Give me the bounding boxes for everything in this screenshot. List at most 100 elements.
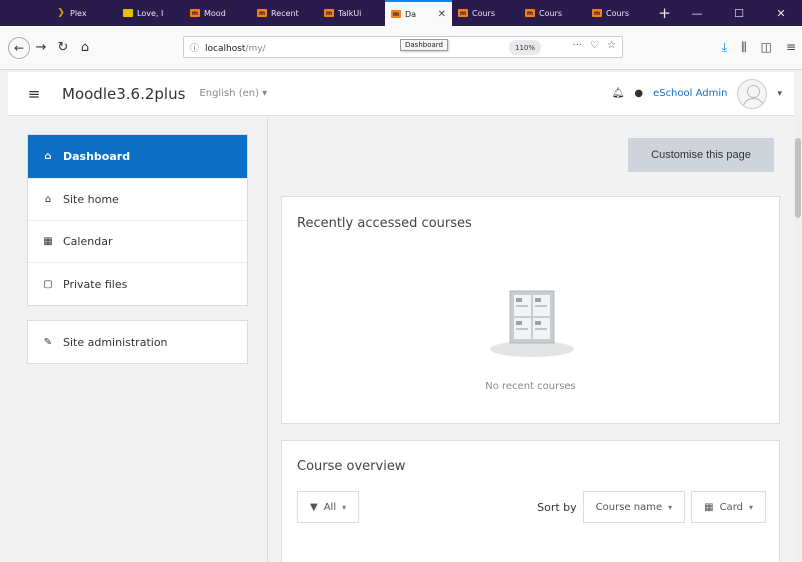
language-menu[interactable]: English (en) ▾ [199,88,267,99]
tab-talkui[interactable]: m TalkUi [318,0,385,26]
filter-dropdown[interactable]: ▼ All ▾ [297,491,360,523]
moodle-icon: m [324,9,334,17]
block-title: Course overview [297,459,406,474]
browser-tab-strip: ❯ Plex Love, I m Mood m Recent m TalkUi … [0,0,802,26]
moodle-icon: m [391,10,401,18]
nav-drawer-toggle-icon[interactable]: ≡ [16,85,52,103]
pocket-icon[interactable]: ♡ [590,40,599,51]
close-window-icon[interactable]: ✕ [760,7,802,20]
tab-label: Mood [204,8,226,18]
sort-value: Course name [595,501,663,513]
tab-label: Cours [472,8,496,18]
back-icon[interactable]: ← [8,36,30,59]
url-path: /my/ [245,43,266,54]
zoom-level[interactable]: 110% [509,40,542,55]
menu-icon[interactable]: ≡ [786,40,796,55]
nav-block-admin: ✎ Site administration [27,320,248,364]
file-icon: ▢ [43,278,53,290]
sidebar-item-site-administration[interactable]: ✎ Site administration [28,321,247,363]
sidebar-item-site-home[interactable]: ⌂ Site home [28,179,247,221]
close-tab-icon[interactable]: ✕ [438,9,446,20]
moodle-icon: m [525,9,535,17]
sidebar-item-label: Calendar [63,235,113,248]
download-icon[interactable]: ⤓ [722,40,727,55]
tab-moodle-1[interactable]: m Mood [184,0,251,26]
sidebar-item-calendar[interactable]: ▦ Calendar [28,221,247,263]
sidebar-item-label: Site home [63,193,119,206]
nav-drawer: ⌂ Dashboard ⌂ Site home ▦ Calendar ▢ Pri… [27,134,248,364]
tab-recent[interactable]: m Recent [251,0,318,26]
scrollbar-thumb[interactable] [795,138,801,218]
info-icon[interactable]: ⓘ [190,41,199,54]
sidebar-item-private-files[interactable]: ▢ Private files [28,263,247,305]
sidebar-item-label: Dashboard [63,150,131,163]
window-controls: — ☐ ✕ [676,0,802,26]
chevron-down-icon[interactable]: ▾ [777,89,782,99]
block-title: Recently accessed courses [297,216,472,231]
wrench-icon: ✎ [43,336,53,348]
chevron-down-icon: ▾ [342,502,347,512]
new-tab-button[interactable]: + [653,0,676,26]
view-value: Card [719,501,743,513]
calendar-icon: ▦ [43,236,53,247]
tab-label: Plex [70,8,87,18]
tab-label: TalkUi [338,8,362,18]
header-user-area: 🔔︎ ● eSchool Admin ▾ [612,78,794,109]
url-host: localhost [205,43,246,54]
tab-label: Love, I [137,8,164,18]
sort-by-label: Sort by [537,500,577,514]
tab-favicon [123,9,133,17]
tab-list: ❯ Plex Love, I m Mood m Recent m TalkUi … [0,0,653,26]
tab-plex[interactable]: ❯ Plex [50,0,117,26]
customise-page-button[interactable]: Customise this page [628,138,774,172]
sidebar-item-label: Site administration [63,335,168,349]
library-icon[interactable]: ⫼ [741,40,747,55]
recently-accessed-courses-block: Recently accessed courses No recent cour… [281,196,780,424]
sort-dropdown[interactable]: Course name ▾ [582,491,686,523]
moodle-icon: m [190,9,200,17]
minimize-icon[interactable]: — [676,7,718,20]
tab-course-2[interactable]: m Cours [519,0,586,26]
grid-icon: ▦ [704,501,714,513]
tab-course-3[interactable]: m Cours [586,0,653,26]
sidebar-item-dashboard[interactable]: ⌂ Dashboard [28,135,247,179]
avatar[interactable] [737,78,768,109]
tab-label: Da [405,9,417,19]
filter-icon: ▼ [310,501,318,513]
tab-tooltip: Dashboard [400,39,448,51]
tab-dashboard-active[interactable]: m Da ✕ [385,0,452,26]
empty-state-text: No recent courses [485,381,576,392]
tab-label: Recent [271,8,299,18]
site-name[interactable]: Moodle3.6.2plus [62,85,185,103]
view-dropdown[interactable]: ▦ Card ▾ [691,491,766,523]
dashboard-icon: ⌂ [44,151,52,162]
user-menu-name[interactable]: eSchool Admin [653,88,727,99]
sidebar-item-label: Private files [63,277,128,291]
moodle-icon: m [592,9,602,17]
reload-icon[interactable]: ↻ [52,40,74,55]
home-icon: ⌂ [44,194,52,205]
chevron-down-icon: ▾ [668,502,673,512]
page-scrollbar[interactable] [794,118,802,562]
no-courses-illustration-icon [490,290,574,357]
chevron-down-icon: ▾ [748,502,753,512]
messages-icon[interactable]: ● [634,88,643,99]
sidebar-toggle-icon[interactable]: ◫ [761,40,772,55]
moodle-icon: m [257,9,267,17]
moodle-icon: m [458,9,468,17]
tab-course-1[interactable]: m Cours [452,0,519,26]
browser-right-tools: ⤓ ⫼ ◫ ≡ [722,40,796,55]
nav-block-main: ⌂ Dashboard ⌂ Site home ▦ Calendar ▢ Pri… [27,134,248,306]
url-actions: ··· ♡ ☆ [573,40,616,51]
maximize-icon[interactable]: ☐ [718,7,760,20]
course-overview-controls: ▼ All ▾ Sort by Course name ▾ ▦ Card ▾ [297,491,766,523]
tab-label: Cours [606,8,630,18]
home-icon[interactable]: ⌂ [74,40,96,55]
tab-love[interactable]: Love, I [117,0,184,26]
notification-bell-icon[interactable]: 🔔︎ [612,88,625,99]
main-region: Customise this page Recently accessed co… [267,118,794,562]
filter-label: All [323,501,337,513]
forward-icon[interactable]: → [30,40,52,55]
page-actions-icon[interactable]: ··· [573,40,583,51]
bookmark-star-icon[interactable]: ☆ [607,40,616,51]
